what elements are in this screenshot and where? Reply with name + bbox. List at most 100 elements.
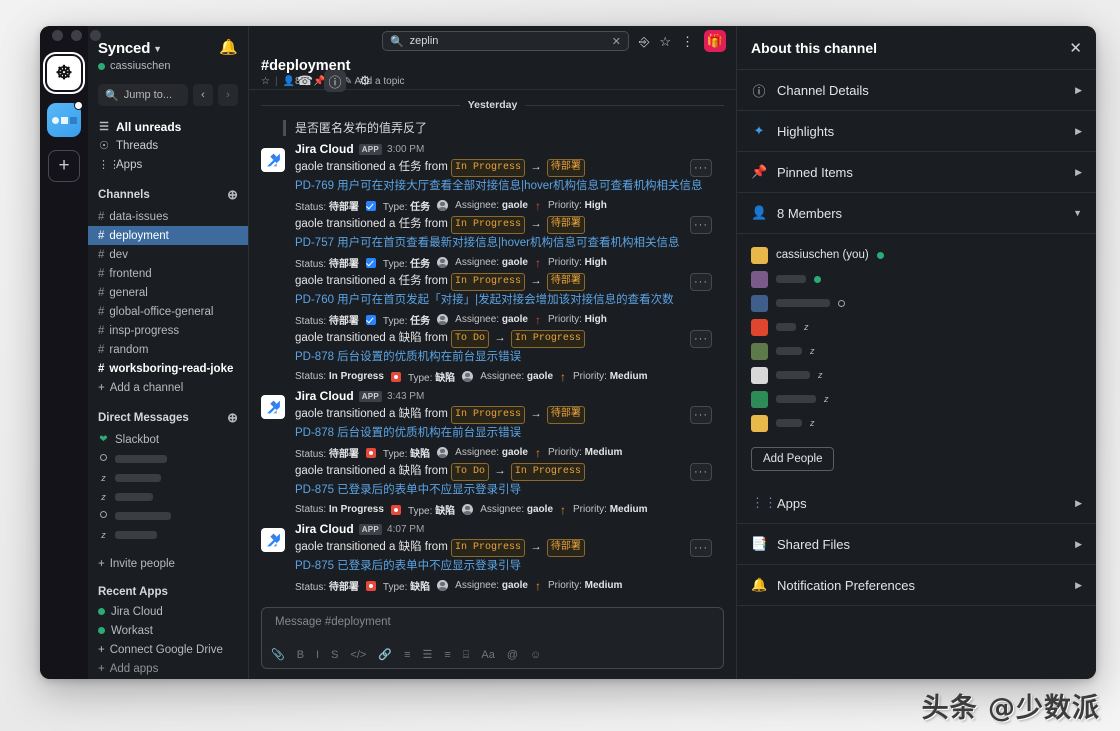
add-workspace-button[interactable]: + [48,150,80,182]
member-row[interactable]: z [751,387,1082,411]
recent-app-jira-cloud[interactable]: Jira Cloud [88,602,248,621]
add-people-button[interactable]: Add People [751,447,835,471]
maximize-window-button[interactable] [90,30,101,41]
add-channel-plus-icon[interactable]: ⊕ [227,187,238,203]
bold-icon[interactable]: B [297,650,304,661]
panel-row-pinned-items[interactable]: 📌 Pinned Items ▶ [737,152,1096,193]
sidebar-item-apps[interactable]: ⋮⋮ Apps [88,155,248,174]
member-row[interactable]: z [751,363,1082,387]
sidebar-item-global-office-general[interactable]: # global-office-general [88,302,248,321]
kebab-menu-icon[interactable]: ⋮ [681,35,694,48]
minimize-window-button[interactable] [71,30,82,41]
nav-forward-button[interactable]: › [218,84,238,106]
gear-icon[interactable]: ⚙ [354,70,376,92]
message-composer[interactable]: Message #deployment 📎 B I S </> 🔗 ≡ ☰ ≡ ⌸ Aa @ ☺ [261,607,724,669]
add-a-channel-button[interactable]: + Add a channel [88,378,248,397]
panel-row-8-members[interactable]: 👤 8 Members ▼ [737,193,1096,234]
sidebar-item-all-unreads[interactable]: ☰ All unreads [88,117,248,136]
sidebar-item-general[interactable]: # general [88,283,248,302]
message-more-actions-button[interactable]: ··· [690,159,712,177]
sidebar-item-threads[interactable]: ☉ Threads [88,136,248,155]
sidebar-item-frontend[interactable]: # frontend [88,264,248,283]
global-search-input[interactable]: 🔍 zeplin ✕ [381,31,629,51]
sidebar-item-data-issues[interactable]: # data-issues [88,207,248,226]
issue-link[interactable]: PD-875 已登录后的表单中不应显示登录引导 [295,482,724,499]
dm-item[interactable]: ❤ Slackbot [88,430,248,449]
member-row[interactable]: z [751,411,1082,435]
dm-section-header[interactable]: Direct Messages ⊕ [88,410,248,426]
sender-name[interactable]: Jira Cloud [295,522,354,536]
italic-icon[interactable]: I [316,650,319,661]
add-apps-button[interactable]: + Add apps [88,659,248,678]
connect-google-drive-button[interactable]: + Connect Google Drive [88,640,248,659]
panel-row-highlights[interactable]: ✦ Highlights ▶ [737,111,1096,152]
phone-icon[interactable]: ☎ [294,70,316,92]
workspace-title-block[interactable]: Synced ▼ cassiuschen [98,40,171,72]
message-more-actions-button[interactable]: ··· [690,330,712,348]
bulleted-list-icon[interactable]: ☰ [422,650,432,661]
star-icon[interactable]: ☆ [659,35,671,48]
channels-section-header[interactable]: Channels ⊕ [88,187,248,203]
search-input[interactable]: 🔍 Jump to... [98,84,188,106]
issue-link[interactable]: PD-878 后台设置的优质机构在前台显示错误 [295,425,724,442]
sidebar-item-deployment[interactable]: # deployment [88,226,248,245]
panel-row-notification-preferences[interactable]: 🔔 Notification Preferences ▶ [737,565,1096,606]
member-row[interactable]: z [751,339,1082,363]
close-icon[interactable]: ✕ [1069,39,1082,57]
message-more-actions-button[interactable]: ··· [690,463,712,481]
dm-item[interactable] [88,506,248,525]
code-block-icon[interactable]: ⌸ [463,650,470,661]
issue-link[interactable]: PD-757 用户可在首页查看最新对接信息|hover机构信息可查看机构相关信息 [295,235,724,252]
strikethrough-icon[interactable]: S [331,650,338,661]
formatting-icon[interactable]: Aa [481,650,494,661]
attachment-icon[interactable]: 📎 [271,650,285,661]
sidebar-item-random[interactable]: # random [88,340,248,359]
info-icon[interactable]: ⓘ [324,70,346,92]
member-row[interactable] [751,291,1082,315]
issue-link[interactable]: PD-769 用户可在对接大厅查看全部对接信息|hover机构信息可查看机构相关… [295,178,724,195]
message-more-actions-button[interactable]: ··· [690,216,712,234]
issue-link[interactable]: PD-878 后台设置的优质机构在前台显示错误 [295,349,724,366]
nav-back-button[interactable]: ‹ [193,84,213,106]
mention-icon[interactable]: @ [507,650,518,661]
sender-name[interactable]: Jira Cloud [295,389,354,403]
issue-link[interactable]: PD-760 用户可在首页发起「对接」|发起对接会增加该对接信息的查看次数 [295,292,724,309]
dm-item[interactable]: z [88,487,248,506]
message-more-actions-button[interactable]: ··· [690,406,712,424]
message-list[interactable]: Yesterday 是否匿名发布的值弄反了 Jira Cloud APP 3:00 … [249,90,736,601]
member-row[interactable]: z [751,315,1082,339]
new-dm-plus-icon[interactable]: ⊕ [227,410,238,426]
member-row[interactable]: cassiuschen (you) [751,243,1082,267]
field-assignee: Assignee: gaole [455,580,528,591]
sender-name[interactable]: Jira Cloud [295,142,354,156]
panel-row-channel-details[interactable]: ⓘ Channel Details ▶ [737,70,1096,111]
blockquote-icon[interactable]: ≡ [444,650,450,661]
sidebar-item-worksboring-read-joke[interactable]: # worksboring-read-joke [88,359,248,378]
message-more-actions-button[interactable]: ··· [690,273,712,291]
bell-icon[interactable]: 🔔 [219,40,238,55]
sidebar-item-dev[interactable]: # dev [88,245,248,264]
emoji-icon[interactable]: ☺ [530,650,541,661]
star-outline-icon[interactable]: ☆ [261,76,270,87]
dm-item[interactable] [88,449,248,468]
dm-item[interactable]: z [88,525,248,544]
issue-link[interactable]: PD-875 已登录后的表单中不应显示登录引导 [295,558,724,575]
sidebar-item-insp-progress[interactable]: # insp-progress [88,321,248,340]
panel-row-shared-files[interactable]: 📑 Shared Files ▶ [737,524,1096,565]
dm-item[interactable]: z [88,468,248,487]
workspace-name[interactable]: Synced ▼ [98,40,171,57]
workspace-icon-second[interactable] [47,101,83,137]
workspace-icon-synced[interactable]: ☸ [47,56,81,90]
recent-app-workast[interactable]: Workast [88,621,248,640]
ordered-list-icon[interactable]: ≡ [404,650,410,661]
invite-people-button[interactable]: + Invite people [88,554,248,573]
clear-search-icon[interactable]: ✕ [612,35,621,48]
message-more-actions-button[interactable]: ··· [690,539,712,557]
code-icon[interactable]: </> [350,650,366,661]
gift-icon[interactable]: 🎁 [704,30,726,52]
close-window-button[interactable] [52,30,63,41]
panel-row-apps[interactable]: ⋮⋮ Apps ▶ [737,483,1096,524]
at-icon[interactable]: ⎆ [639,35,649,48]
link-icon[interactable]: 🔗 [378,650,392,661]
member-row[interactable] [751,267,1082,291]
